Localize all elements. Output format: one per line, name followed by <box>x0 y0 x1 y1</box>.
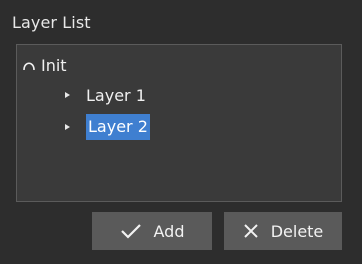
tree-node-label-selected: Layer 2 <box>86 114 150 140</box>
layer-list-panel: Layer List Init Layer 1 Layer 2 Add Dele… <box>0 0 362 264</box>
delete-button[interactable]: Delete <box>224 212 342 250</box>
tree-node-init[interactable]: Init <box>21 52 67 78</box>
checkmark-icon <box>120 222 142 240</box>
add-button-label: Add <box>153 221 185 241</box>
bullet-triangle-icon <box>65 92 70 98</box>
layer-tree[interactable]: Init Layer 1 Layer 2 <box>16 44 342 202</box>
tree-node-label: Init <box>41 55 67 75</box>
tree-node-layer-1[interactable]: Layer 1 <box>65 82 146 108</box>
collapse-arc-icon[interactable] <box>21 57 37 73</box>
close-x-icon <box>243 223 259 239</box>
tree-node-label: Layer 1 <box>86 85 146 105</box>
add-button[interactable]: Add <box>92 212 212 250</box>
delete-button-label: Delete <box>270 221 324 241</box>
panel-title: Layer List <box>12 13 91 32</box>
tree-node-layer-2[interactable]: Layer 2 <box>65 114 150 140</box>
bullet-triangle-icon <box>65 124 70 130</box>
